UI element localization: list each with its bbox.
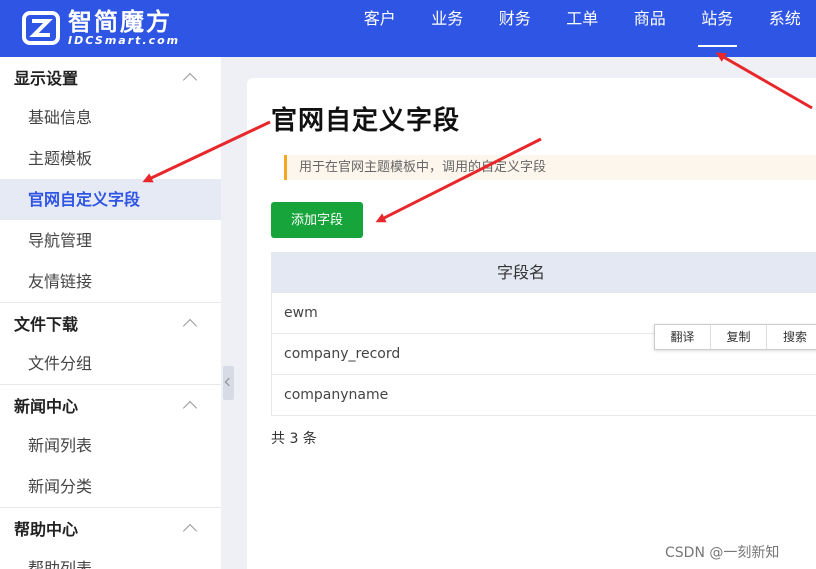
nav-customers[interactable]: 客户: [346, 0, 414, 57]
add-field-button[interactable]: 添加字段: [271, 202, 363, 238]
sidebar-item-basic-info[interactable]: 基础信息: [0, 97, 221, 138]
logo-mark-icon: [22, 11, 60, 45]
sidebar-item-nav-manage[interactable]: 导航管理: [0, 220, 221, 261]
context-menu: 翻译 复制 搜索: [654, 324, 816, 350]
sidebar-group-header[interactable]: 显示设置: [0, 57, 221, 97]
sidebar-group-header[interactable]: 文件下载: [0, 303, 221, 343]
sidebar-group-help: 帮助中心 帮助列表: [0, 508, 221, 569]
nav-finance[interactable]: 财务: [481, 0, 549, 57]
sidebar-group-news: 新闻中心 新闻列表 新闻分类: [0, 385, 221, 508]
logo-title: 智简魔方: [68, 8, 172, 36]
notice-banner: 用于在官网主题模板中，调用的自定义字段: [284, 155, 816, 180]
sidebar-item-custom-fields[interactable]: 官网自定义字段: [0, 179, 221, 220]
table-row[interactable]: companyname: [271, 375, 816, 416]
sidebar-item-links[interactable]: 友情链接: [0, 261, 221, 302]
chevron-up-icon: [182, 72, 198, 87]
chevron-up-icon: [182, 318, 198, 333]
nav-tickets[interactable]: 工单: [549, 0, 617, 57]
logo[interactable]: 智简魔方 IDCSmart.com: [22, 6, 180, 50]
sidebar-item-news-category[interactable]: 新闻分类: [0, 466, 221, 507]
sidebar-group-display: 显示设置 基础信息 主题模板 官网自定义字段 导航管理 友情链接: [0, 57, 221, 303]
nav-system[interactable]: 系统: [751, 0, 816, 57]
nav-site-affairs[interactable]: 站务: [684, 0, 752, 57]
sidebar-item-file-groups[interactable]: 文件分组: [0, 343, 221, 384]
sidebar-item-news-list[interactable]: 新闻列表: [0, 425, 221, 466]
chevron-up-icon: [182, 400, 198, 415]
sidebar-item-help-list[interactable]: 帮助列表: [0, 548, 221, 569]
top-nav: 客户 业务 财务 工单 商品 站务 系统: [346, 0, 816, 57]
sidebar-group-title: 新闻中心: [14, 397, 79, 416]
table-total: 共 3 条: [271, 431, 317, 447]
logo-subtitle: IDCSmart.com: [68, 34, 181, 47]
chevron-up-icon: [182, 523, 198, 538]
context-menu-translate[interactable]: 翻译: [655, 325, 711, 349]
watermark: CSDN @一刻新知: [665, 545, 780, 561]
nav-products[interactable]: 商品: [616, 0, 684, 57]
sidebar-group-downloads: 文件下载 文件分组: [0, 303, 221, 385]
sidebar-group-title: 文件下载: [14, 315, 79, 334]
sidebar-group-header[interactable]: 新闻中心: [0, 385, 221, 425]
sidebar: 显示设置 基础信息 主题模板 官网自定义字段 导航管理 友情链接 文件下载 文件…: [0, 57, 221, 569]
sidebar-collapse-handle[interactable]: [223, 366, 234, 400]
page-title: 官网自定义字段: [271, 106, 461, 136]
sidebar-item-theme[interactable]: 主题模板: [0, 138, 221, 179]
context-menu-search[interactable]: 搜索: [767, 325, 816, 349]
sidebar-group-title: 显示设置: [14, 69, 79, 88]
sidebar-group-header[interactable]: 帮助中心: [0, 508, 221, 548]
context-menu-copy[interactable]: 复制: [711, 325, 767, 349]
nav-business[interactable]: 业务: [414, 0, 482, 57]
top-header: 智简魔方 IDCSmart.com 客户 业务 财务 工单 商品 站务 系统: [0, 0, 816, 57]
table-header: 字段名: [271, 252, 816, 293]
sidebar-group-title: 帮助中心: [14, 520, 79, 539]
